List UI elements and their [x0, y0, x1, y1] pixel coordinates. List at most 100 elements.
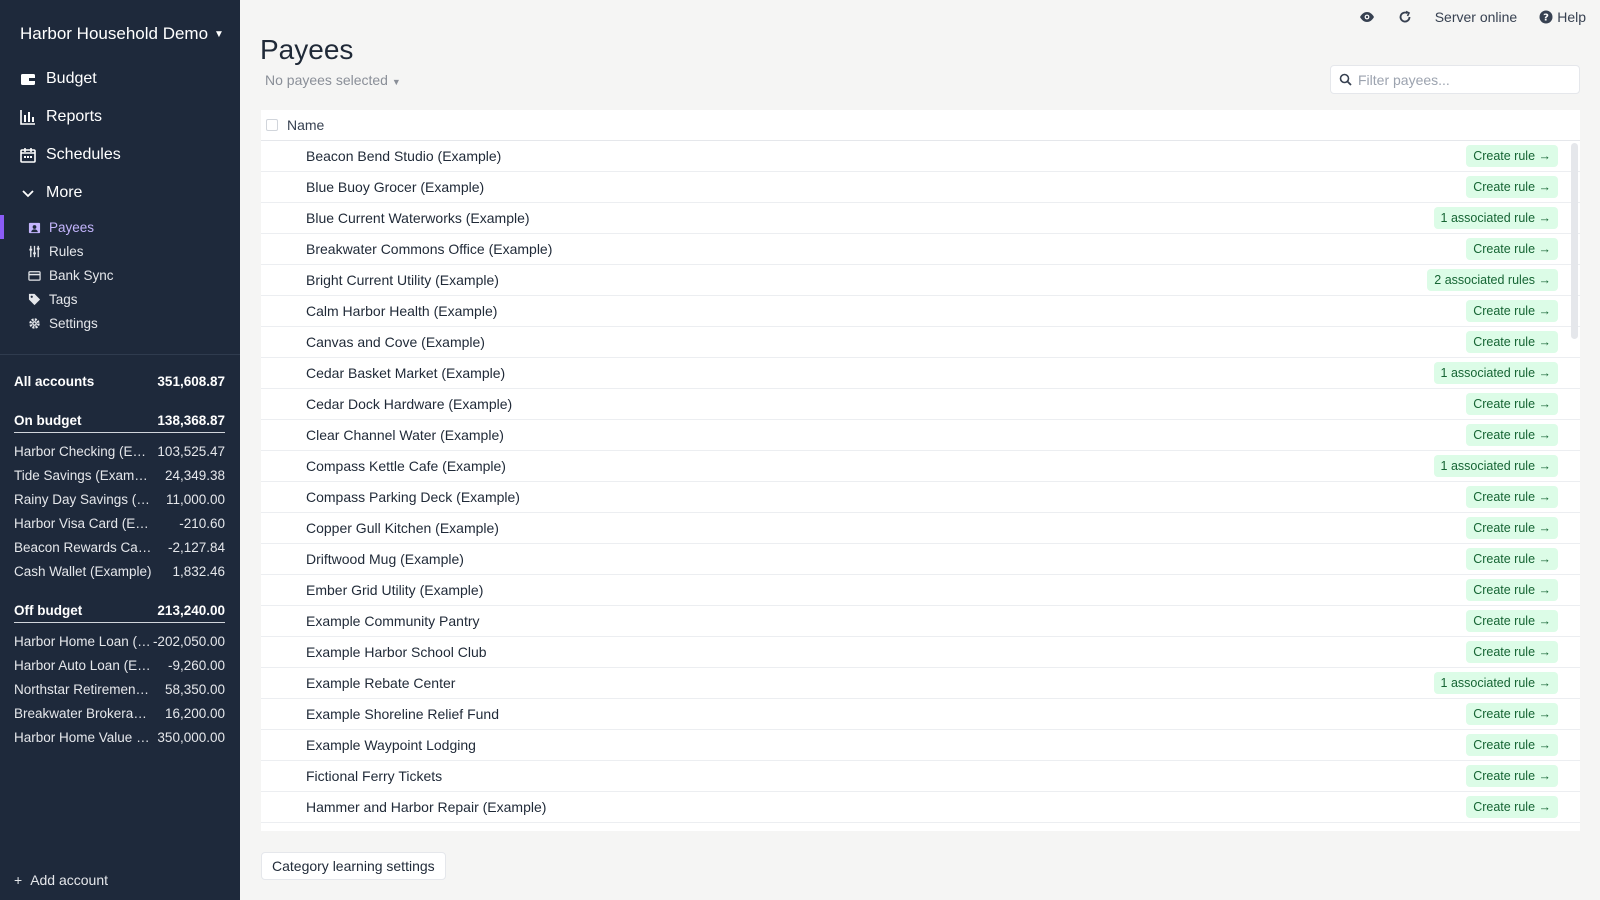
- table-row[interactable]: Hammer and Harbor Repair (Example) Create…: [261, 792, 1580, 823]
- account-name: Cash Wallet (Example): [14, 563, 152, 579]
- table-row[interactable]: Copper Gull Kitchen (Example) Create rule…: [261, 513, 1580, 544]
- rule-button[interactable]: Create rule →: [1466, 331, 1558, 353]
- search-icon: [1339, 73, 1352, 86]
- all-accounts-row[interactable]: All accounts 351,608.87: [14, 369, 225, 393]
- rule-button[interactable]: 1 associated rule →: [1433, 362, 1558, 384]
- account-row[interactable]: Tide Savings (Example) 24,349.38: [14, 463, 225, 487]
- rule-button[interactable]: 1 associated rule →: [1433, 207, 1558, 229]
- on-budget-group: On budget 138,368.87 Harbor Checking (Ex…: [14, 409, 225, 583]
- rule-button[interactable]: Create rule →: [1466, 703, 1558, 725]
- account-row[interactable]: Breakwater Brokerage (Example) 16,200.00: [14, 701, 225, 725]
- payee-name: Cedar Dock Hardware (Example): [306, 396, 513, 412]
- rule-button[interactable]: Create rule →: [1466, 796, 1558, 818]
- sub-nav-settings[interactable]: Settings: [0, 311, 240, 335]
- rule-button[interactable]: Create rule →: [1466, 238, 1558, 260]
- table-row[interactable]: [261, 823, 1580, 831]
- account-row[interactable]: Harbor Visa Card (Example) -210.60: [14, 511, 225, 535]
- rule-button[interactable]: Create rule →: [1466, 145, 1558, 167]
- budget-switcher[interactable]: Harbor Household Demo ▼: [20, 24, 224, 44]
- account-row[interactable]: Harbor Home Value (Example) 350,000.00: [14, 725, 225, 749]
- payee-name: Example Rebate Center: [306, 675, 456, 691]
- table-row[interactable]: Example Community Pantry Create rule →: [261, 606, 1580, 637]
- sub-nav-bank-sync[interactable]: Bank Sync: [0, 263, 240, 287]
- account-row[interactable]: Cash Wallet (Example) 1,832.46: [14, 559, 225, 583]
- table-row[interactable]: Canvas and Cove (Example) Create rule →: [261, 327, 1580, 358]
- scrollbar-thumb[interactable]: [1571, 143, 1578, 339]
- account-row[interactable]: Rainy Day Savings (Example) 11,000.00: [14, 487, 225, 511]
- rule-button[interactable]: Create rule →: [1466, 610, 1558, 632]
- table-row[interactable]: Compass Parking Deck (Example) Create rul…: [261, 482, 1580, 513]
- sub-nav-rules[interactable]: Rules: [0, 239, 240, 263]
- table-row[interactable]: Clear Channel Water (Example) Create rule…: [261, 420, 1580, 451]
- table-row[interactable]: Example Shoreline Relief Fund Create rule…: [261, 699, 1580, 730]
- table-row[interactable]: Beacon Bend Studio (Example) Create rule …: [261, 141, 1580, 172]
- table-row[interactable]: Cedar Dock Hardware (Example) Create rule…: [261, 389, 1580, 420]
- rule-button[interactable]: 1 associated rule →: [1433, 672, 1558, 694]
- account-row[interactable]: Harbor Checking (Example) 103,525.47: [14, 439, 225, 463]
- sub-nav-tags[interactable]: Tags: [0, 287, 240, 311]
- help-label: Help: [1557, 9, 1586, 25]
- table-row[interactable]: Compass Kettle Cafe (Example) 1 associate…: [261, 451, 1580, 482]
- page-title: Payees: [260, 34, 354, 65]
- rule-button[interactable]: Create rule →: [1466, 486, 1558, 508]
- account-row[interactable]: Harbor Auto Loan (Example) -9,260.00: [14, 653, 225, 677]
- account-row[interactable]: Beacon Rewards Card (Example) -2,127.84: [14, 535, 225, 559]
- nav-reports[interactable]: Reports: [0, 98, 240, 136]
- rule-button[interactable]: 1 associated rule →: [1433, 455, 1558, 477]
- rule-button[interactable]: Create rule →: [1466, 765, 1558, 787]
- rule-button[interactable]: Create rule →: [1466, 517, 1558, 539]
- account-row[interactable]: Northstar Retirement (Example) 58,350.00: [14, 677, 225, 701]
- sync-icon[interactable]: [1397, 9, 1413, 25]
- rule-button[interactable]: Create rule →: [1466, 579, 1558, 601]
- rule-button[interactable]: Create rule →: [1466, 393, 1558, 415]
- gear-icon: [29, 317, 40, 329]
- table-row[interactable]: Example Harbor School Club Create rule →: [261, 637, 1580, 668]
- rule-button[interactable]: Create rule →: [1466, 424, 1558, 446]
- add-account-button[interactable]: + Add account: [14, 872, 108, 888]
- eye-icon[interactable]: [1359, 9, 1375, 25]
- table-row[interactable]: Example Rebate Center 1 associated rule →: [261, 668, 1580, 699]
- rule-button[interactable]: Create rule →: [1466, 548, 1558, 570]
- filter-payees[interactable]: [1330, 65, 1580, 94]
- nav-budget[interactable]: Budget: [0, 60, 240, 98]
- account-row[interactable]: Harbor Home Loan (Example)-202,050.00: [14, 629, 225, 653]
- table-row[interactable]: Fictional Ferry Tickets Create rule →: [261, 761, 1580, 792]
- all-accounts-group: All accounts 351,608.87: [14, 369, 225, 393]
- account-name: Rainy Day Savings (Example): [14, 491, 152, 507]
- filter-payees-input[interactable]: [1358, 71, 1578, 88]
- on-budget-balance: 138,368.87: [157, 413, 225, 428]
- payee-name: Beacon Bend Studio (Example): [306, 148, 502, 164]
- rule-button[interactable]: Create rule →: [1466, 300, 1558, 322]
- payee-name: Breakwater Commons Office (Example): [306, 241, 553, 257]
- on-budget-row[interactable]: On budget 138,368.87: [14, 409, 225, 433]
- nav-schedules[interactable]: Schedules: [0, 136, 240, 174]
- help-button[interactable]: ? Help: [1539, 9, 1586, 25]
- column-name[interactable]: Name: [287, 117, 324, 133]
- payees-icon: [28, 222, 41, 233]
- rule-button[interactable]: Create rule →: [1466, 734, 1558, 756]
- server-status[interactable]: Server online: [1435, 9, 1518, 25]
- table-row[interactable]: Cedar Basket Market (Example) 1 associate…: [261, 358, 1580, 389]
- table-row[interactable]: Breakwater Commons Office (Example) Creat…: [261, 234, 1580, 265]
- payee-selection-dropdown[interactable]: No payees selected ▼: [265, 72, 401, 88]
- table-row[interactable]: Blue Current Waterworks (Example) 1 assoc…: [261, 203, 1580, 234]
- table-row[interactable]: Ember Grid Utility (Example) Create rule …: [261, 575, 1580, 606]
- rule-button[interactable]: Create rule →: [1466, 641, 1558, 663]
- table-row[interactable]: Calm Harbor Health (Example) Create rule …: [261, 296, 1580, 327]
- payee-name: Blue Buoy Grocer (Example): [306, 179, 485, 195]
- table-row[interactable]: Bright Current Utility (Example) 2 associ…: [261, 265, 1580, 296]
- payee-name: Compass Parking Deck (Example): [306, 489, 520, 505]
- top-bar: Server online ? Help: [1359, 9, 1586, 25]
- sub-nav-payees[interactable]: Payees: [0, 215, 240, 239]
- account-name: Northstar Retirement (Example): [14, 681, 152, 697]
- category-learning-settings-button[interactable]: Category learning settings: [261, 852, 446, 880]
- select-all-checkbox[interactable]: [266, 119, 278, 131]
- off-budget-row[interactable]: Off budget 213,240.00: [14, 599, 225, 623]
- table-row[interactable]: Blue Buoy Grocer (Example) Create rule →: [261, 172, 1580, 203]
- table-row[interactable]: Example Waypoint Lodging Create rule →: [261, 730, 1580, 761]
- sidebar: Harbor Household Demo ▼ Budget Reports S…: [0, 0, 240, 900]
- table-row[interactable]: Driftwood Mug (Example) Create rule →: [261, 544, 1580, 575]
- rule-button[interactable]: 2 associated rules →: [1427, 269, 1558, 291]
- rule-button[interactable]: Create rule →: [1466, 176, 1558, 198]
- nav-more[interactable]: More: [0, 174, 240, 212]
